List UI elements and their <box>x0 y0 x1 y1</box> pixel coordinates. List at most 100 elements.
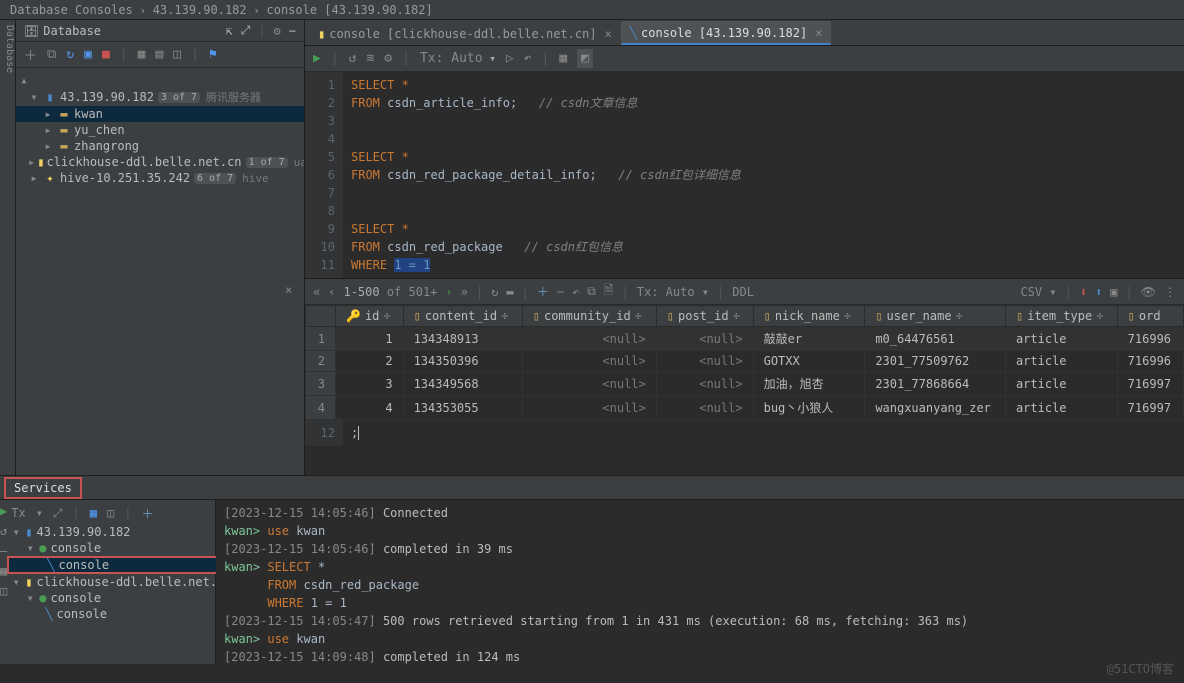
first-page-icon[interactable]: « <box>313 285 320 299</box>
svc-node-tencent[interactable]: ▾▮43.139.90.182 <box>7 524 231 540</box>
eye-icon[interactable]: 👁 <box>1141 285 1156 299</box>
table-row[interactable]: 11134348913<null><null>敲敲erm0_64476561ar… <box>306 327 1184 351</box>
left-tool-strip[interactable]: Database <box>0 20 16 475</box>
add-icon[interactable]: ＋ <box>24 45 37 64</box>
tab-console-tencent[interactable]: ╲console [43.139.90.182]× <box>621 21 832 45</box>
services-tree: Tx▾ ⤢ | ▦ ◫ | ＋ ▾▮43.139.90.182 ▾●consol… <box>7 500 231 664</box>
panel-icon[interactable]: ◫ <box>107 506 114 520</box>
db-toolbar: ＋ ⧉ ↻ ▣ ■ | ▦ ▤ ◫ | ⚑ <box>16 42 304 68</box>
dump-icon[interactable]: 🗎 <box>604 281 614 302</box>
col-community-id[interactable]: ▯community_id÷ <box>522 306 656 327</box>
sql-editor-bottom[interactable]: 12 ; <box>305 420 1184 446</box>
services-tree-panel: ▶ ↺ — ▦ ◫ Tx▾ ⤢ | ▦ ◫ | ＋ ▾▮43.139.90.18… <box>0 500 216 664</box>
export-icon[interactable]: ▣ <box>1110 285 1117 299</box>
services-tab[interactable]: Services <box>4 477 82 499</box>
sql-editor[interactable]: 1234567891011 SELECT * FROM csdn_article… <box>305 72 1184 278</box>
close-icon[interactable]: × <box>605 27 612 41</box>
revert-icon[interactable]: ↶ <box>572 285 579 299</box>
tree-clickhouse[interactable]: ▸▮clickhouse-ddl.belle.net.cn1 of 7uat-c… <box>16 154 304 170</box>
add-row-icon[interactable]: ＋ <box>537 283 549 300</box>
col-post-id[interactable]: ▯post_id÷ <box>656 306 753 327</box>
expand-icon[interactable]: ⤢ <box>53 506 63 521</box>
services-toolbar-strip: ▶ ↺ — ▦ ◫ <box>0 500 7 664</box>
hide-icon[interactable]: − <box>289 24 296 38</box>
page-range: 1-500 of 501+ <box>343 285 437 299</box>
tx-mode-result[interactable]: Tx: Auto ▾ <box>637 285 709 299</box>
tree-hive[interactable]: ▸✦hive-10.251.35.2426 of 7hive <box>16 170 304 186</box>
export-up-icon[interactable]: ⬆ <box>1095 285 1102 299</box>
run-icon[interactable]: ▣ <box>84 47 92 62</box>
next-page-icon[interactable]: › <box>445 285 452 299</box>
copy-icon[interactable]: ⧉ <box>47 47 56 62</box>
remove-row-icon[interactable]: − <box>557 285 564 299</box>
last-page-icon[interactable]: » <box>461 285 468 299</box>
collapse-icon[interactable]: ⇱ <box>225 24 232 38</box>
tx-label: Tx <box>11 506 25 520</box>
history-icon[interactable]: ↺ <box>0 524 7 538</box>
prev-page-icon[interactable]: ‹ <box>328 285 335 299</box>
grid-view-icon[interactable]: ▦ <box>559 51 567 66</box>
expand-icon[interactable]: ⤢ <box>241 23 251 38</box>
csv-button[interactable]: CSV ▾ <box>1020 285 1056 299</box>
db-title: Database <box>43 24 101 38</box>
rollback-icon[interactable]: ↶ <box>524 51 532 66</box>
col-nick-name[interactable]: ▯nick_name÷ <box>753 306 865 327</box>
tree-schema-kwan[interactable]: ▸▬kwan <box>16 106 304 122</box>
tree-schema-zhangrong[interactable]: ▸▬zhangrong <box>16 138 304 154</box>
col-user-name[interactable]: ▯user_name÷ <box>865 306 1006 327</box>
history-icon[interactable]: ↺ <box>349 51 357 66</box>
grid-icon[interactable]: ▦ <box>0 564 7 578</box>
window-icon[interactable]: ◫ <box>173 47 181 62</box>
settings-icon[interactable]: ⚙ <box>384 51 392 66</box>
commit-icon[interactable]: ▷ <box>506 51 514 66</box>
svc-node-console-ck-leaf[interactable]: ╲console <box>7 606 231 622</box>
close-result-icon[interactable]: × <box>285 283 292 297</box>
editor-area: ▮console [clickhouse-ddl.belle.net.cn]× … <box>305 20 1184 475</box>
tree-root[interactable]: ▾▮43.139.90.1823 of 7腾讯服务器 <box>16 88 304 106</box>
add-icon[interactable]: ＋ <box>141 505 153 522</box>
chevron-down-icon[interactable]: ▾ <box>36 506 43 520</box>
col-id[interactable]: 🔑id÷ <box>336 306 404 327</box>
del-icon[interactable]: ▬ <box>506 285 513 299</box>
refresh-icon[interactable]: ↻ <box>66 47 74 62</box>
layout-icon[interactable]: ▦ <box>90 506 97 520</box>
col-item-type[interactable]: ▯item_type÷ <box>1005 306 1117 327</box>
services-log[interactable]: [2023-12-15 14:05:46] Connected kwan> us… <box>216 500 1184 664</box>
table-row[interactable]: 44134353055<null><null>bug丶小狼人wangxuanya… <box>306 396 1184 420</box>
result-panel: × « ‹ 1-500 of 501+ › » | ↻ ▬ | ＋ − ↶ ⧉ … <box>305 278 1184 420</box>
tx-mode[interactable]: Tx: Auto ▾ <box>420 51 496 66</box>
explain-icon[interactable]: ≋ <box>366 51 374 66</box>
tree-collapse-all[interactable]: ▴ <box>16 72 304 88</box>
commit-icon[interactable]: ⧉ <box>587 284 596 299</box>
col-content-id[interactable]: ▯content_id÷ <box>403 306 522 327</box>
filter-icon[interactable]: ⚑ <box>209 47 217 62</box>
sep: — <box>0 544 7 558</box>
watermark: @51CTO博客 <box>1107 660 1174 677</box>
table-row[interactable]: 33134349568<null><null>加油，旭杏2301_7786866… <box>306 372 1184 396</box>
gear-icon[interactable]: ⚙ <box>274 24 281 38</box>
col-ord[interactable]: ▯ord <box>1117 306 1183 327</box>
tab-console-ck[interactable]: ▮console [clickhouse-ddl.belle.net.cn]× <box>309 21 621 45</box>
run-icon[interactable]: ▶ <box>0 504 7 518</box>
close-icon[interactable]: × <box>815 26 822 40</box>
result-grid[interactable]: 🔑id÷ ▯content_id÷ ▯community_id÷ ▯post_i… <box>305 305 1184 420</box>
export-down-icon[interactable]: ⬇ <box>1080 285 1087 299</box>
run-icon[interactable]: ▶ <box>313 51 321 66</box>
stop-icon[interactable]: ■ <box>102 47 110 62</box>
divider: | <box>258 24 265 38</box>
attach-icon[interactable]: ◩ <box>577 49 593 68</box>
window-icon[interactable]: ◫ <box>0 584 7 598</box>
tree-schema-yuchen[interactable]: ▸▬yu_chen <box>16 122 304 138</box>
svc-node-console[interactable]: ▾●console <box>7 540 231 556</box>
svc-node-console-leaf[interactable]: ╲console <box>7 556 231 574</box>
reload-icon[interactable]: ↻ <box>491 285 498 299</box>
ddl-button[interactable]: DDL <box>732 285 754 299</box>
grid-icon[interactable]: ▤ <box>155 47 163 62</box>
svc-node-console-ck[interactable]: ▾●console <box>7 590 231 606</box>
more-icon[interactable]: ⋮ <box>1164 285 1176 299</box>
table-row[interactable]: 22134350396<null><null>GOTXX2301_7750976… <box>306 351 1184 372</box>
code-lines[interactable]: SELECT * FROM csdn_article_info; // csdn… <box>343 72 1184 278</box>
diag-icon[interactable]: ▦ <box>138 47 146 62</box>
header-row: 🔑id÷ ▯content_id÷ ▯community_id÷ ▯post_i… <box>306 306 1184 327</box>
svc-node-ck[interactable]: ▾▮clickhouse-ddl.belle.net.cn <box>7 574 231 590</box>
